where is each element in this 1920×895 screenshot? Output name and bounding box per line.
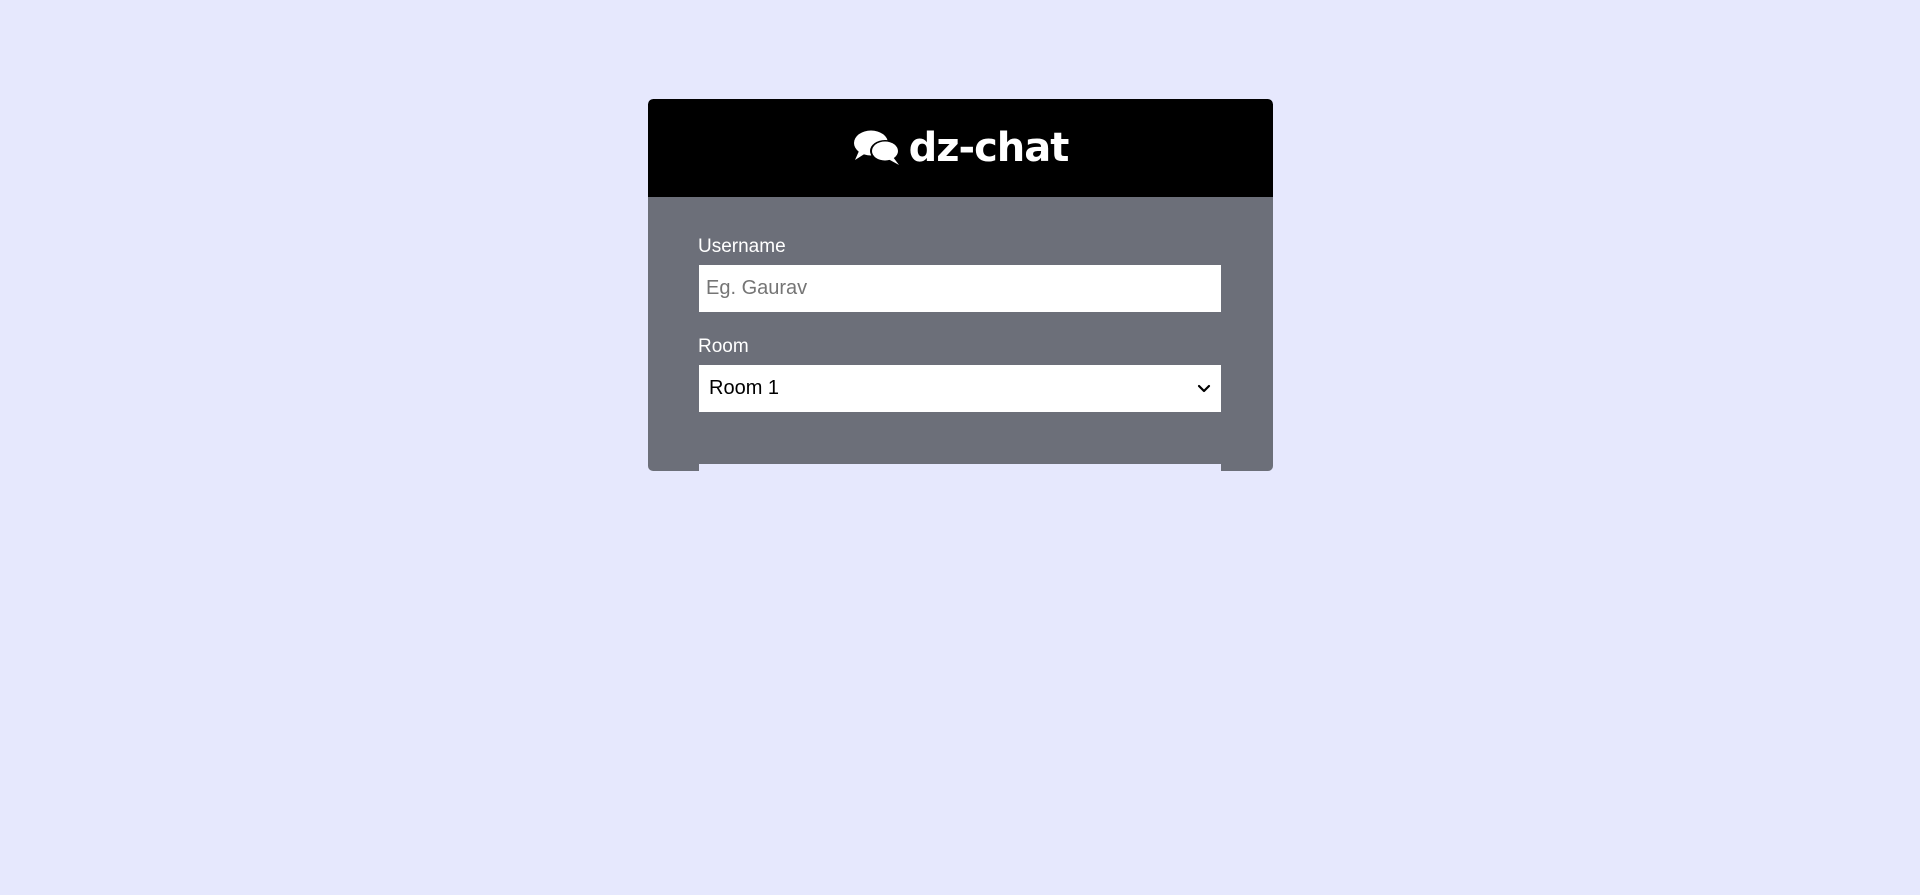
app-title: dz-chat [908, 125, 1070, 171]
join-form: Username Room Room 1 Enter [648, 197, 1273, 471]
app-logo: dz-chat [853, 125, 1069, 171]
room-select-value: Room 1 [709, 377, 780, 399]
enter-button[interactable]: Enter [698, 463, 1222, 471]
join-card: dz-chat Username Room Room 1 Enter [648, 99, 1273, 471]
room-select[interactable]: Room 1 [698, 364, 1222, 413]
comments-icon [853, 128, 901, 168]
room-label: Room [698, 336, 749, 357]
room-field-group: Room Room 1 [698, 336, 1223, 413]
username-field-group: Username [698, 236, 1223, 313]
username-input[interactable] [698, 264, 1222, 313]
join-header: dz-chat [648, 99, 1273, 197]
username-label: Username [698, 236, 786, 257]
chevron-down-icon [1197, 377, 1211, 400]
